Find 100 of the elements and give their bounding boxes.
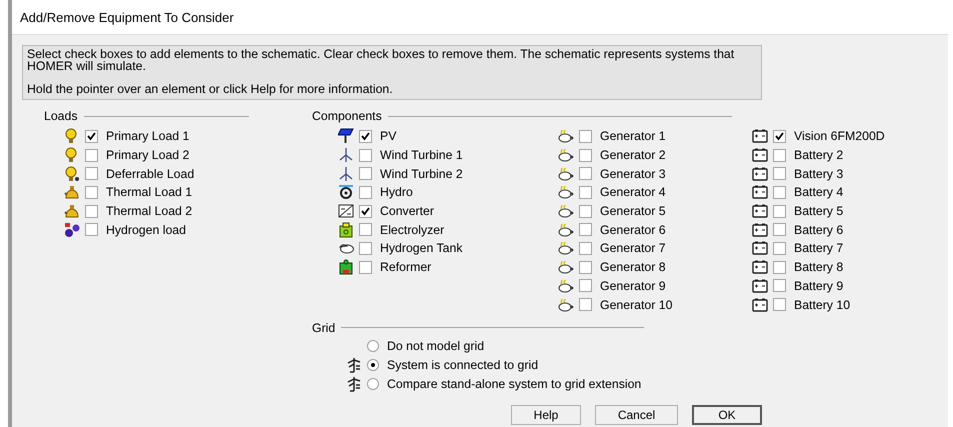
- solar-panel-icon: [338, 128, 354, 144]
- checkbox-label[interactable]: Generator 10: [600, 298, 672, 312]
- radio-label[interactable]: Compare stand-alone system to grid extension: [387, 376, 642, 391]
- water-wheel-icon: [338, 184, 354, 200]
- checkbox-label[interactable]: Primary Load 2: [106, 148, 190, 162]
- checkbox-label[interactable]: Generator 9: [600, 278, 666, 293]
- generator-icon: [558, 203, 574, 220]
- checkbox[interactable]: [579, 298, 592, 312]
- checkbox-label[interactable]: Generator 5: [600, 204, 666, 218]
- checkbox-label[interactable]: PV: [380, 129, 396, 144]
- checkbox[interactable]: [773, 204, 786, 218]
- checkbox[interactable]: [773, 260, 786, 274]
- generator-icon: [558, 184, 574, 200]
- checkbox-label[interactable]: Vision 6FM200D: [794, 129, 885, 144]
- checkbox-label[interactable]: Generator 3: [600, 166, 666, 181]
- checkbox[interactable]: [359, 167, 372, 180]
- checkbox[interactable]: [359, 186, 372, 199]
- checkbox-label[interactable]: Generator 6: [600, 222, 666, 237]
- checkbox[interactable]: [579, 130, 592, 143]
- checkbox[interactable]: [579, 279, 592, 292]
- checkbox[interactable]: [359, 130, 372, 143]
- checkbox-label[interactable]: Electrolyzer: [380, 222, 444, 237]
- checkbox-label[interactable]: Deferrable Load: [106, 166, 194, 181]
- checkbox-label[interactable]: Hydro: [380, 185, 413, 200]
- checkbox-label[interactable]: Battery 7: [794, 241, 844, 256]
- dialog-button[interactable]: Cancel: [595, 404, 678, 425]
- checkbox[interactable]: [359, 148, 372, 162]
- checkbox[interactable]: [579, 148, 592, 162]
- power-tower-icon: [346, 376, 362, 392]
- checkbox-label[interactable]: Wind Turbine 1: [380, 148, 463, 162]
- checkbox[interactable]: [85, 148, 98, 162]
- checkbox-label[interactable]: Battery 3: [794, 166, 844, 181]
- checkbox-label[interactable]: Battery 6: [794, 222, 844, 237]
- checkbox-label[interactable]: Converter: [380, 204, 434, 218]
- checkbox[interactable]: [359, 204, 372, 218]
- radio-button[interactable]: [367, 378, 379, 390]
- checkbox[interactable]: [579, 223, 592, 236]
- checkbox-label[interactable]: Generator 7: [600, 241, 666, 256]
- checkbox-label[interactable]: Battery 10: [794, 298, 850, 312]
- checkbox[interactable]: [773, 298, 786, 312]
- radio-button[interactable]: [367, 358, 379, 371]
- molecule-icon: [64, 222, 80, 238]
- battery-icon: [752, 259, 768, 276]
- checkbox-label[interactable]: Battery 2: [794, 148, 844, 162]
- checkbox[interactable]: [85, 186, 98, 199]
- checkbox-label[interactable]: Generator 1: [600, 129, 666, 144]
- checkbox[interactable]: [773, 167, 786, 180]
- checkbox-label[interactable]: Generator 2: [600, 148, 666, 162]
- checkbox[interactable]: [773, 148, 786, 162]
- battery-icon: [752, 166, 768, 182]
- checkbox-label[interactable]: Thermal Load 1: [106, 185, 192, 200]
- checkbox[interactable]: [579, 204, 592, 218]
- battery-icon: [752, 147, 768, 164]
- checkbox-label[interactable]: Battery 4: [794, 185, 844, 200]
- reformer-icon: [338, 259, 354, 276]
- battery-icon: [752, 240, 768, 256]
- checkbox[interactable]: [85, 223, 98, 236]
- checkbox-label[interactable]: Reformer: [380, 260, 432, 274]
- dialog-button[interactable]: OK: [692, 404, 762, 425]
- checkbox-label[interactable]: Battery 5: [794, 204, 844, 218]
- checkbox[interactable]: [579, 186, 592, 199]
- checkbox[interactable]: [85, 167, 98, 180]
- wind-turbine-icon: [338, 166, 354, 182]
- checkbox[interactable]: [579, 167, 592, 180]
- generator-icon: [558, 128, 574, 144]
- checkbox-label[interactable]: Hydrogen Tank: [380, 241, 462, 256]
- radio-label[interactable]: System is connected to grid: [387, 358, 538, 372]
- checkbox[interactable]: [773, 223, 786, 236]
- info-text: Hold the pointer over an element or click Help for more information.: [27, 83, 394, 95]
- checkbox-label[interactable]: Battery 8: [794, 260, 844, 274]
- generator-icon: [558, 240, 574, 256]
- checkbox-label[interactable]: Battery 9: [794, 278, 844, 293]
- checkbox[interactable]: [359, 223, 372, 236]
- battery-icon: [752, 296, 768, 313]
- checkbox[interactable]: [85, 130, 98, 143]
- battery-icon: [752, 184, 768, 200]
- checkbox-label[interactable]: Wind Turbine 2: [380, 166, 463, 181]
- checkbox[interactable]: [85, 204, 98, 218]
- section-heading: Components: [312, 109, 382, 123]
- converter-icon: [338, 203, 354, 220]
- checkbox-label[interactable]: Generator 4: [600, 185, 666, 200]
- checkbox-label[interactable]: Hydrogen load: [106, 222, 186, 237]
- checkbox[interactable]: [359, 260, 372, 274]
- battery-icon: [752, 278, 768, 294]
- dialog-button[interactable]: Help: [511, 404, 581, 425]
- lightbulb-icon: [64, 166, 80, 182]
- radio-label[interactable]: Do not model grid: [387, 339, 484, 354]
- checkbox-label[interactable]: Generator 8: [600, 260, 666, 274]
- checkbox[interactable]: [773, 130, 786, 143]
- info-text: Select check boxes to add elements to the schematic. Clear check boxes to remove them. The schematic represents systems that HOMER will simulate.: [27, 48, 736, 72]
- checkbox-label[interactable]: Thermal Load 2: [106, 204, 192, 218]
- radio-button[interactable]: [367, 340, 379, 352]
- checkbox-label[interactable]: Primary Load 1: [106, 129, 190, 144]
- checkbox[interactable]: [579, 242, 592, 255]
- checkbox[interactable]: [773, 242, 786, 255]
- checkbox[interactable]: [579, 260, 592, 274]
- checkbox[interactable]: [773, 279, 786, 292]
- window-title: Add/Remove Equipment To Consider: [20, 10, 234, 24]
- checkbox[interactable]: [773, 186, 786, 199]
- checkbox[interactable]: [359, 242, 372, 255]
